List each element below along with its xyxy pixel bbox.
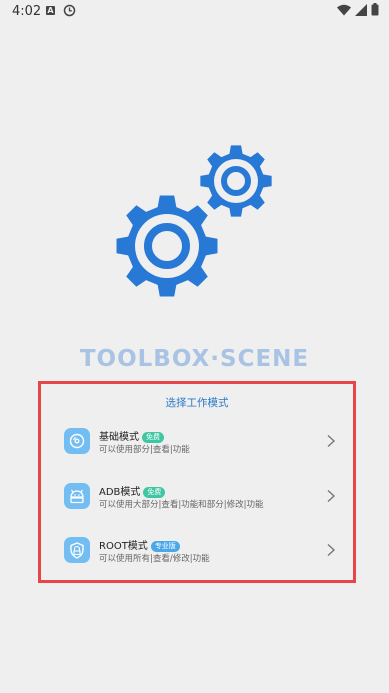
mode-name: ADB模式 免费	[99, 483, 166, 498]
mode-description: 可以使用部分|查看|功能	[99, 445, 190, 455]
app-brand-title: TOOLBOX·SCENE	[79, 346, 310, 372]
chevron-right-icon	[327, 489, 336, 503]
mode-name-label: ROOT模式	[99, 541, 148, 552]
mode-description: 可以使用所有|查看/修改|功能	[99, 554, 210, 564]
alarm-clock-icon	[63, 4, 76, 21]
free-badge: 免费	[143, 487, 166, 498]
mode-selection-panel: 选择工作模式 基础模式 免费 可以使用部分|查看|功能 ADB模式 免费 可以使用大…	[38, 381, 356, 583]
mode-description: 可以使用大部分|查看|功能和部分|修改|功能	[99, 500, 264, 510]
chevron-right-icon	[327, 434, 336, 448]
mode-root-row[interactable]: ROOT模式 专业版 可以使用所有|查看/修改|功能	[61, 532, 336, 568]
mode-name: 基础模式 免费	[99, 428, 164, 443]
android-icon	[64, 483, 90, 509]
chevron-right-icon	[327, 543, 336, 557]
small-gear-icon	[200, 145, 272, 217]
signal-icon	[355, 3, 367, 20]
shield-icon	[64, 537, 90, 563]
status-time: 4:02	[12, 4, 42, 19]
disc-icon	[64, 428, 90, 454]
gears-logo-icon	[116, 145, 272, 297]
mode-name: ROOT模式 专业版	[99, 537, 180, 552]
mode-name-label: 基础模式	[99, 432, 139, 443]
battery-icon	[371, 3, 379, 20]
mode-name-label: ADB模式	[99, 487, 141, 498]
mode-adb-row[interactable]: ADB模式 免费 可以使用大部分|查看|功能和部分|修改|功能	[61, 478, 336, 514]
wifi-icon	[337, 4, 351, 20]
panel-title: 选择工作模式	[165, 397, 229, 409]
free-badge: 免费	[142, 432, 164, 443]
pro-badge: 专业版	[150, 541, 180, 552]
large-gear-icon	[116, 195, 218, 297]
notification-a-icon: A	[46, 6, 55, 15]
mode-basic-row[interactable]: 基础模式 免费 可以使用部分|查看|功能	[61, 423, 336, 459]
status-bar: 4:02 A	[0, 0, 389, 24]
status-right-icons	[337, 3, 379, 20]
